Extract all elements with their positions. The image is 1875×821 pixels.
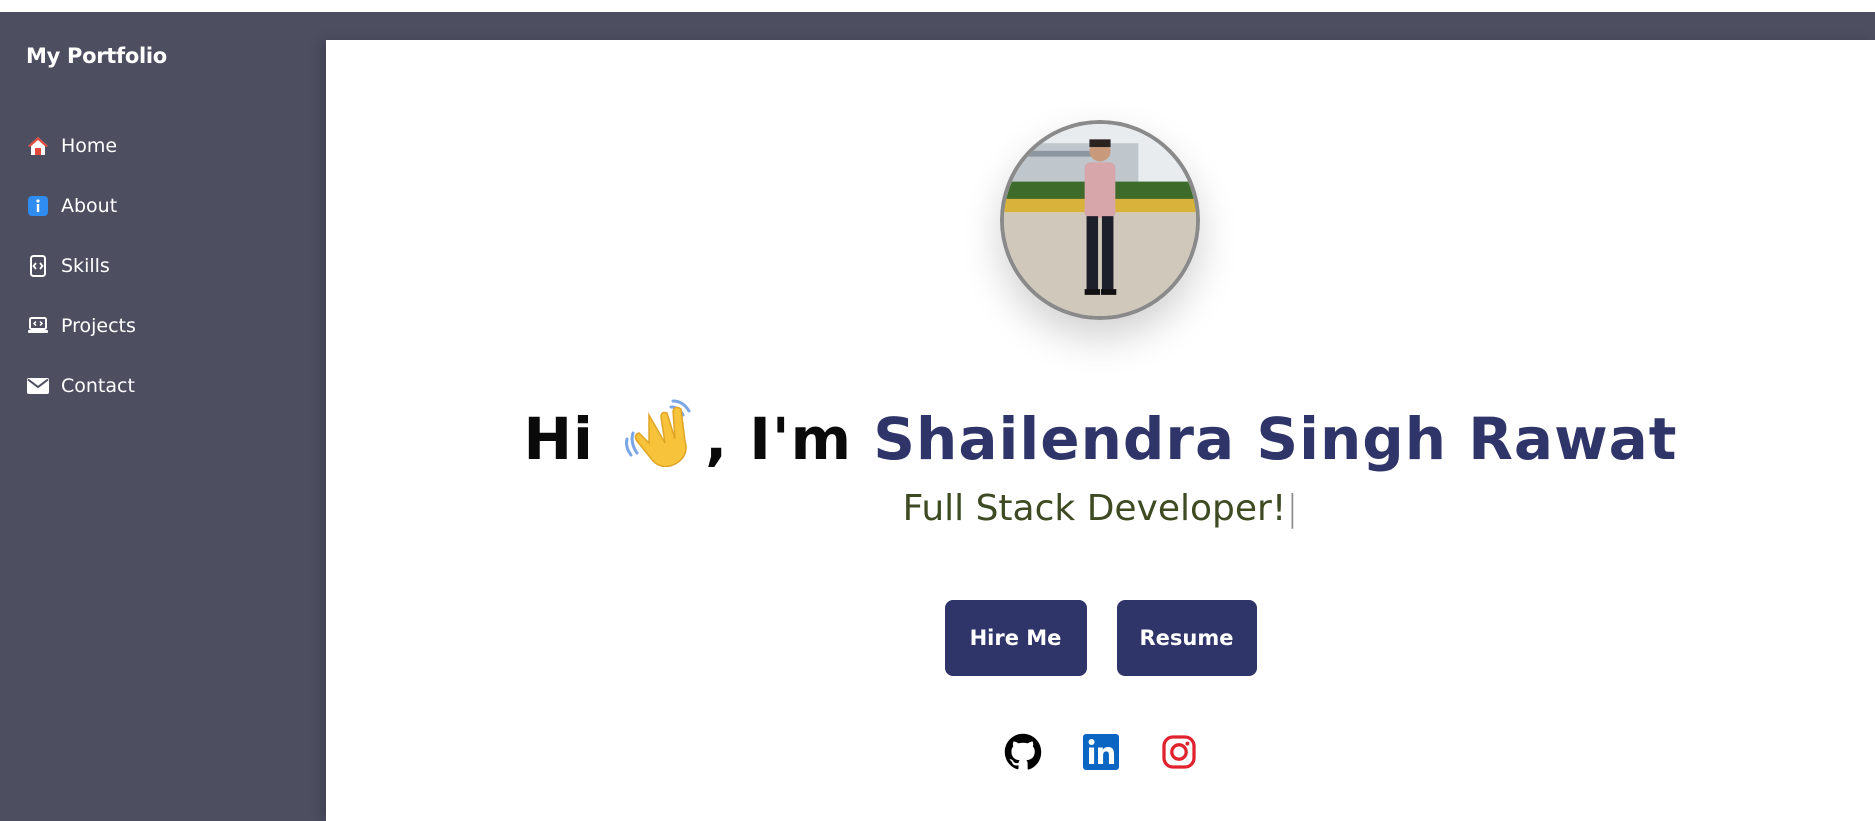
- typing-cursor: |: [1286, 488, 1299, 529]
- cta-buttons: Hire Me Resume: [326, 600, 1875, 676]
- avatar: [1000, 120, 1200, 320]
- sidebar-item-home[interactable]: Home: [26, 116, 136, 176]
- hero-headline: Hi , I'm Shailendra Singh Rawat: [326, 395, 1875, 481]
- envelope-icon: [26, 375, 50, 397]
- hero-subtitle: Full Stack Developer!|: [326, 488, 1875, 529]
- hire-me-button[interactable]: Hire Me: [944, 600, 1087, 676]
- greeting-prefix: Hi: [523, 405, 594, 473]
- sidebar-nav: Home About Skills Projects Contact: [26, 116, 136, 416]
- linkedin-icon[interactable]: [1082, 733, 1120, 771]
- sidebar-item-label: Contact: [61, 375, 135, 397]
- sidebar-item-label: Home: [61, 135, 118, 157]
- sidebar-item-label: Skills: [61, 255, 110, 277]
- sidebar-item-about[interactable]: About: [26, 176, 136, 236]
- sidebar-item-skills[interactable]: Skills: [26, 236, 136, 296]
- instagram-icon[interactable]: [1160, 733, 1198, 771]
- main-content: Hi , I'm Shailendra Singh Rawat Full Sta…: [326, 40, 1875, 821]
- sidebar-item-projects[interactable]: Projects: [26, 296, 136, 356]
- github-icon[interactable]: [1004, 733, 1042, 771]
- house-icon: [26, 135, 50, 157]
- sidebar-item-label: About: [61, 195, 118, 217]
- top-strip: [0, 0, 1875, 12]
- sidebar-item-label: Projects: [61, 315, 136, 337]
- greeting-mid: , I'm: [705, 405, 853, 473]
- code-phone-icon: [26, 255, 50, 277]
- resume-button[interactable]: Resume: [1116, 600, 1257, 676]
- info-icon: [26, 195, 50, 217]
- sidebar: My Portfolio Home About Skills Projects …: [0, 12, 326, 821]
- hero-name: Shailendra Singh Rawat: [873, 405, 1678, 473]
- sidebar-item-contact[interactable]: Contact: [26, 356, 136, 416]
- brand-title[interactable]: My Portfolio: [26, 44, 167, 68]
- typed-text: Full Stack Developer!: [902, 488, 1287, 529]
- waving-hand-icon: [621, 395, 699, 481]
- social-links: [326, 733, 1875, 771]
- laptop-code-icon: [26, 315, 50, 337]
